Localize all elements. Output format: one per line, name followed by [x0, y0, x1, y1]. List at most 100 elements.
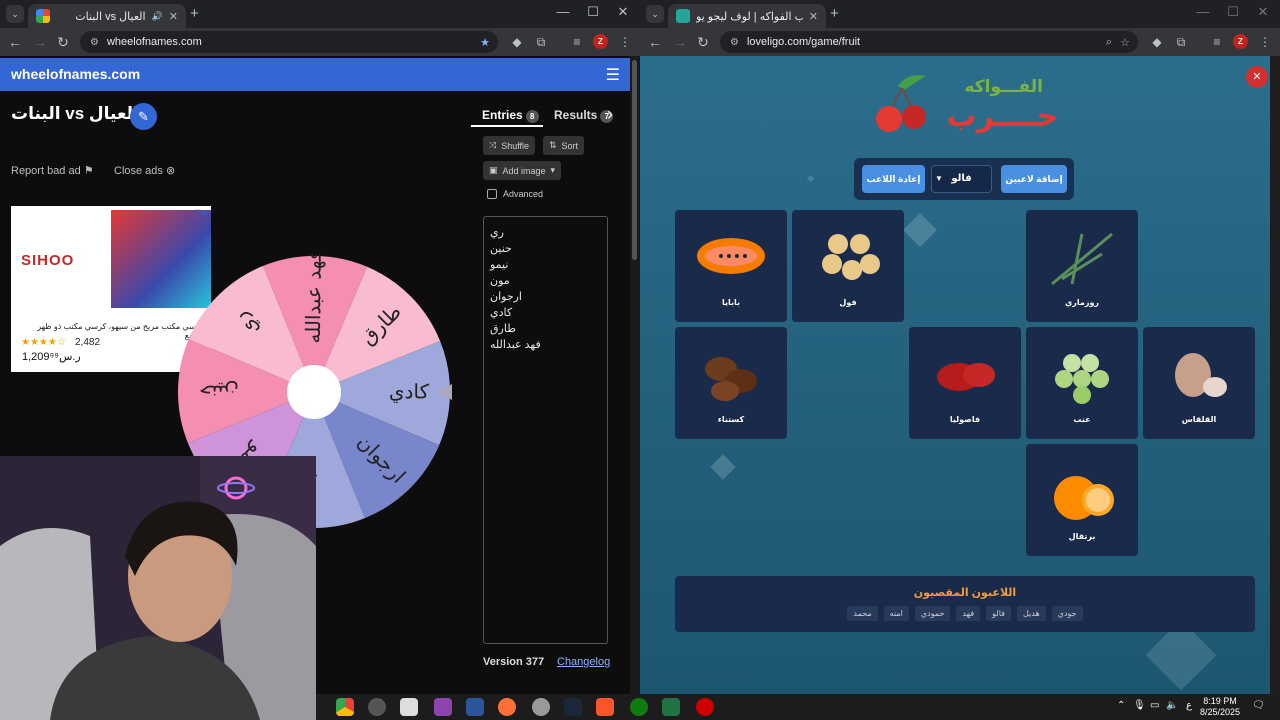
close-ads-link[interactable]: Close ads ⊗: [114, 164, 175, 177]
network-icon[interactable]: ▭: [1150, 700, 1159, 711]
menu-dots-icon[interactable]: ⋮: [1258, 35, 1272, 49]
xbox-taskbar-icon[interactable]: [630, 698, 648, 716]
wheel-center-hub[interactable]: [287, 365, 341, 419]
reload-button[interactable]: ↻: [694, 34, 712, 50]
tab-results[interactable]: Results 7: [554, 108, 614, 123]
page-scrollbar[interactable]: [1270, 56, 1280, 694]
entry-line: نيمو: [490, 259, 509, 271]
fruit-card[interactable]: روزماري: [1026, 210, 1138, 322]
microphone-icon[interactable]: 🎙: [1133, 700, 1146, 711]
forward-button[interactable]: →: [31, 34, 49, 50]
profile-avatar[interactable]: Z: [593, 34, 608, 49]
close-window-button[interactable]: ✕: [608, 4, 638, 20]
ad-info-icon[interactable]: ⓘ✕: [193, 208, 208, 219]
maximize-button[interactable]: ☐: [1218, 4, 1248, 20]
firefox-taskbar-icon[interactable]: [498, 698, 516, 716]
extension-icon[interactable]: ◆: [1150, 35, 1164, 49]
sort-button[interactable]: ⇅ Sort: [543, 136, 585, 155]
right-active-tab[interactable]: لعبة حرب الفواكه | لوف ليجو يو... ✕: [668, 4, 826, 28]
menu-dots-icon[interactable]: ⋮: [618, 35, 632, 49]
player-select[interactable]: ▼ فالو: [931, 165, 992, 193]
media-control-icon[interactable]: ≡: [570, 35, 584, 49]
fruit-card[interactable]: عنب: [1026, 327, 1138, 439]
close-window-button[interactable]: ✕: [1248, 4, 1278, 20]
word-taskbar-icon[interactable]: [466, 698, 484, 716]
minimize-button[interactable]: —: [548, 4, 578, 19]
address-bar[interactable]: ⚙ loveligo.com/game/fruit ⌕ ☆: [720, 31, 1138, 53]
fruit-card[interactable]: بابايا: [675, 210, 787, 322]
beans-icon: [822, 234, 880, 280]
brave-taskbar-icon[interactable]: [596, 698, 614, 716]
tray-chevron-icon[interactable]: ⌃: [1117, 700, 1125, 711]
tab-close-icon[interactable]: ✕: [809, 10, 818, 23]
fruit-card[interactable]: القلقاس: [1143, 327, 1255, 439]
entry-line: فهد عبدالله: [490, 339, 541, 351]
minimize-button[interactable]: —: [1188, 4, 1218, 19]
extensions-puzzle-icon[interactable]: ⧉: [1174, 35, 1188, 49]
advanced-label: Advanced: [503, 189, 544, 199]
report-ad-link[interactable]: Report bad ad ⚑: [11, 164, 94, 177]
entry-line: حنين: [490, 243, 512, 255]
tab-search-button[interactable]: ⌄: [6, 5, 24, 23]
excel-taskbar-icon[interactable]: [662, 698, 680, 716]
fruit-card-label: برتقال: [1068, 532, 1096, 541]
extension-icon[interactable]: ◆: [510, 35, 524, 49]
tab-search-button[interactable]: ⌄: [646, 5, 664, 23]
bookmark-star-icon[interactable]: ☆: [1120, 36, 1130, 49]
changelog-link[interactable]: Changelog: [557, 656, 610, 668]
zoom-icon[interactable]: ⌕: [1106, 36, 1112, 49]
media-control-icon[interactable]: ≡: [1210, 35, 1224, 49]
kidney-bean-icon: [937, 363, 995, 391]
edit-title-button[interactable]: ✎: [130, 103, 157, 130]
new-tab-button[interactable]: +: [190, 5, 199, 22]
tab-close-icon[interactable]: ✕: [169, 10, 178, 23]
entry-line: طارق: [490, 323, 516, 335]
advanced-checkbox[interactable]: Advanced: [487, 189, 543, 199]
hamburger-menu-icon[interactable]: ☰: [606, 65, 620, 85]
site-info-icon[interactable]: ⚙: [730, 37, 739, 48]
page-scrollbar[interactable]: [630, 56, 640, 694]
app-taskbar-icon[interactable]: [532, 698, 550, 716]
add-players-button[interactable]: إضافة لاعبين: [1001, 165, 1067, 193]
entries-textarea[interactable]: ري حنين نيمو مون ارجوان كادي طارق فهد عبدالله: [483, 216, 608, 644]
site-info-icon[interactable]: ⚙: [90, 37, 99, 48]
player-select-value: فالو: [951, 173, 972, 184]
extensions-puzzle-icon[interactable]: ⧉: [534, 35, 548, 49]
reset-player-button[interactable]: إعادة اللاعب: [862, 165, 925, 193]
obs-taskbar-icon[interactable]: [368, 698, 386, 716]
app-taskbar-icon[interactable]: [696, 698, 714, 716]
url-text: wheelofnames.com: [106, 36, 202, 48]
language-indicator[interactable]: ع: [1186, 700, 1192, 711]
back-button[interactable]: ←: [646, 34, 664, 50]
store-taskbar-icon[interactable]: [400, 698, 418, 716]
taskbar-clock[interactable]: 8:19 PM 8/25/2025: [1200, 696, 1240, 718]
bookmark-star-icon[interactable]: ★: [480, 36, 490, 49]
close-game-button[interactable]: ✕: [1246, 66, 1268, 88]
reload-button[interactable]: ↻: [54, 34, 72, 50]
chevron-right-icon[interactable]: ›: [607, 104, 613, 125]
address-bar[interactable]: ⚙ wheelofnames.com ★: [80, 31, 498, 53]
maximize-button[interactable]: ☐: [578, 4, 608, 20]
left-active-tab[interactable]: البنات vs العيال 🔊 ✕: [28, 4, 186, 28]
app-taskbar-icon[interactable]: [434, 698, 452, 716]
profile-avatar[interactable]: Z: [1233, 34, 1248, 49]
steam-taskbar-icon[interactable]: [564, 698, 582, 716]
chrome-taskbar-icon[interactable]: [336, 698, 354, 716]
url-text: loveligo.com/game/fruit: [746, 36, 861, 48]
audio-icon[interactable]: 🔊: [152, 11, 163, 22]
back-button[interactable]: ←: [6, 34, 24, 50]
checkbox-box[interactable]: [487, 189, 497, 199]
papaya-icon: [697, 238, 765, 274]
tab-entries[interactable]: Entries 8: [482, 108, 539, 123]
fruit-card[interactable]: برتقال: [1026, 444, 1138, 556]
shuffle-button[interactable]: ⤨ Shuffle: [483, 136, 536, 155]
volume-icon[interactable]: 🔈: [1166, 700, 1178, 711]
fruit-card[interactable]: فاصوليا: [909, 327, 1021, 439]
notification-icon[interactable]: 🗨: [1252, 700, 1265, 711]
forward-button[interactable]: →: [671, 34, 689, 50]
new-tab-button[interactable]: +: [830, 5, 839, 22]
add-image-button[interactable]: ▣ Add image ▾: [483, 161, 562, 180]
fruit-card[interactable]: فول: [792, 210, 904, 322]
fruit-card[interactable]: كستناء: [675, 327, 787, 439]
app-logo[interactable]: wheelofnames.com: [11, 66, 140, 82]
